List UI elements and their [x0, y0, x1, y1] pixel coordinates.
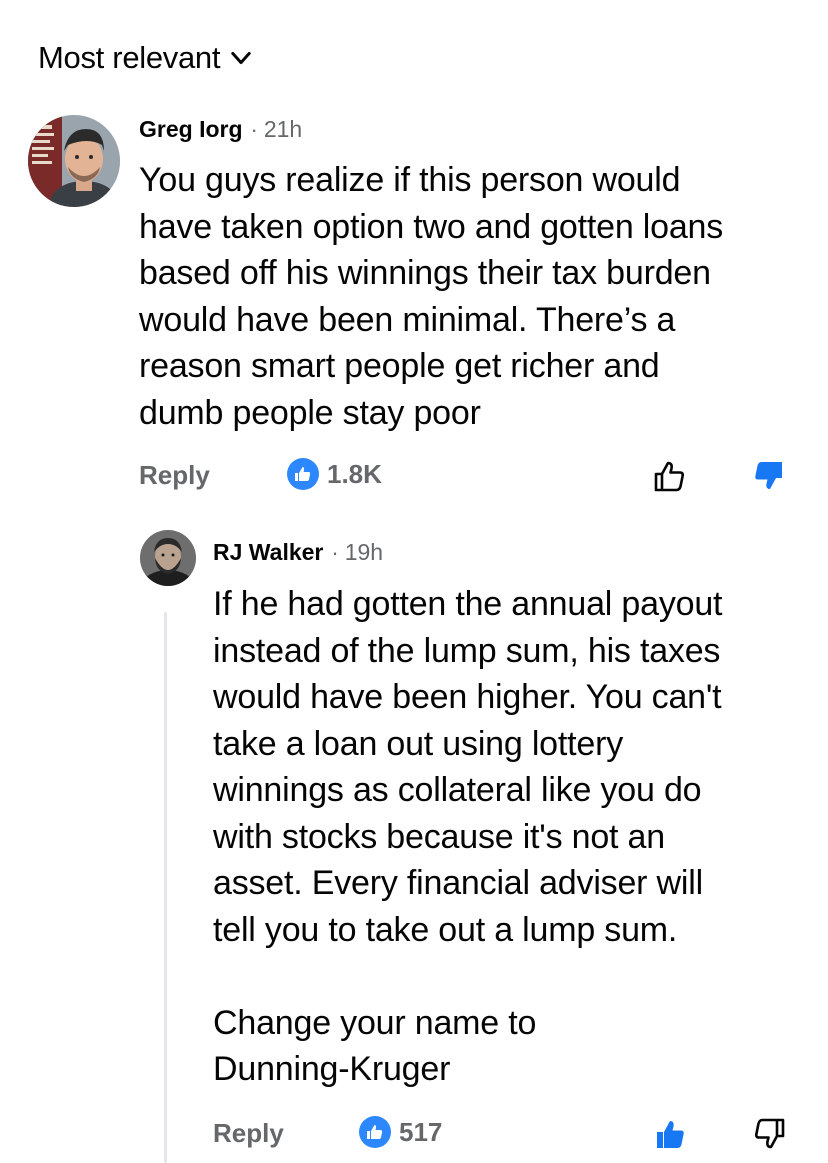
avatar[interactable] — [28, 115, 120, 207]
avatar-photo — [140, 530, 196, 586]
reactions-summary[interactable]: 517 — [359, 1116, 442, 1148]
comment-author[interactable]: Greg Iorg — [139, 116, 243, 143]
separator-dot: · — [250, 117, 258, 142]
comment-text: You guys realize if this person would ha… — [139, 161, 724, 432]
reply-button[interactable]: Reply — [213, 1118, 284, 1149]
reaction-count: 1.8K — [327, 458, 382, 489]
like-icon — [359, 1116, 391, 1148]
thumbs-down-outline-icon[interactable] — [750, 1114, 790, 1154]
reaction-count: 517 — [399, 1116, 443, 1147]
comment-timestamp[interactable]: 19h — [345, 539, 383, 566]
avatar[interactable] — [140, 530, 196, 586]
comment-author[interactable]: RJ Walker — [213, 539, 323, 566]
chevron-down-icon — [231, 51, 251, 65]
thumbs-up-filled-icon[interactable] — [650, 1114, 690, 1154]
comment-actions: Reply 1.8K — [139, 456, 799, 496]
comment-text: If he had gotten the annual payout inste… — [213, 585, 723, 1088]
thumbs-up-outline-icon[interactable] — [649, 456, 689, 496]
separator-dot: · — [331, 540, 339, 565]
reply-button[interactable]: Reply — [139, 460, 210, 491]
thumbs-down-filled-icon[interactable] — [749, 456, 789, 496]
sort-label: Most relevant — [38, 40, 221, 75]
like-icon — [287, 458, 319, 490]
sort-dropdown[interactable]: Most relevant — [38, 40, 252, 76]
reactions-summary[interactable]: 1.8K — [287, 458, 382, 490]
comment-actions: Reply 517 — [213, 1114, 803, 1154]
reply-thread-line — [164, 612, 167, 1163]
avatar-photo — [28, 115, 120, 207]
comment-timestamp[interactable]: 21h — [264, 116, 302, 143]
